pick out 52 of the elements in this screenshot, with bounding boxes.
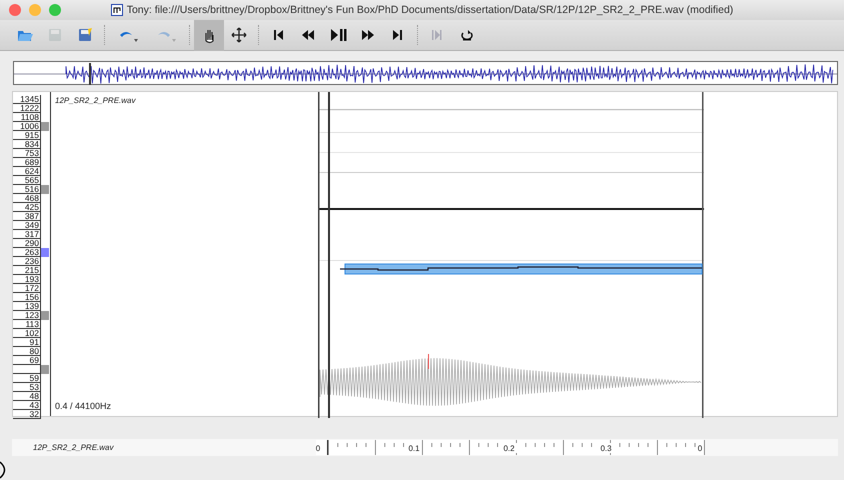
frequency-label: 565 [13, 176, 40, 185]
frequency-label: 102 [13, 329, 40, 338]
frequency-label: 236 [13, 257, 40, 266]
frequency-label: 425 [13, 203, 40, 212]
file-label: 12P_SR2_2_PRE.wav [55, 95, 137, 107]
frequency-label: 834 [13, 140, 40, 149]
frequency-label: 263 [13, 248, 40, 257]
frequency-label: 516 [13, 185, 40, 194]
frequency-label: 349 [13, 221, 40, 230]
frequency-label: 215 [13, 266, 40, 275]
frequency-label: 1222 [13, 104, 40, 113]
frequency-label: 915 [13, 131, 40, 140]
ruler-label: 0.2 [503, 444, 515, 453]
frequency-label: 1345 [13, 95, 40, 104]
frequency-label: 123 [13, 311, 40, 320]
frequency-label: 387 [13, 212, 40, 221]
frequency-label: 1108 [13, 113, 40, 122]
frequency-label: 59 [13, 374, 40, 383]
window-title: Tony: file:///Users/brittney/Dropbox/Brittney's Fun Box/PhD Documents/dissertation/Data/SR/12P/12P_SR2_2_PRE.wav (modified) [126, 3, 734, 18]
save-icon [46, 26, 64, 44]
sample-rate-label: 0.4 / 44100Hz [55, 400, 112, 412]
frequency-label: 53 [13, 383, 40, 392]
frequency-label: 113 [13, 320, 40, 329]
arc-mark [0, 461, 6, 479]
hand-button[interactable] [194, 20, 224, 50]
ruler-label: 0.3 [600, 444, 612, 453]
frequency-label: 43 [13, 401, 40, 410]
frequency-label: 193 [13, 275, 40, 284]
ruler-label: 0 [698, 444, 702, 453]
frequency-label: 139 [13, 302, 40, 311]
close-button[interactable] [9, 4, 21, 16]
save-as-icon [76, 26, 94, 44]
frequency-label: 753 [13, 149, 40, 158]
frequency-label: 156 [13, 293, 40, 302]
move-icon [230, 26, 248, 44]
frequency-label: 172 [13, 284, 40, 293]
frequency-label: 32 [13, 410, 40, 419]
ruler-label: 0 [316, 444, 320, 453]
document-icon [110, 4, 123, 16]
frequency-label: 290 [13, 239, 40, 248]
frequency-label: 48 [13, 392, 40, 401]
frequency-label: 91 [13, 338, 40, 347]
frequency-label: 80 [13, 347, 40, 356]
frequency-label: 1006 [13, 122, 40, 131]
ruler-label: 0.1 [408, 444, 420, 453]
file-label: 12P_SR2_2_PRE.wav [32, 442, 115, 454]
frequency-label: 69 [13, 356, 40, 365]
frequency-label: 689 [13, 158, 40, 167]
frequency-label: 317 [13, 230, 40, 239]
frequency-label: 624 [13, 167, 40, 176]
play-pause-icon [329, 26, 347, 44]
frequency-label: 468 [13, 194, 40, 203]
